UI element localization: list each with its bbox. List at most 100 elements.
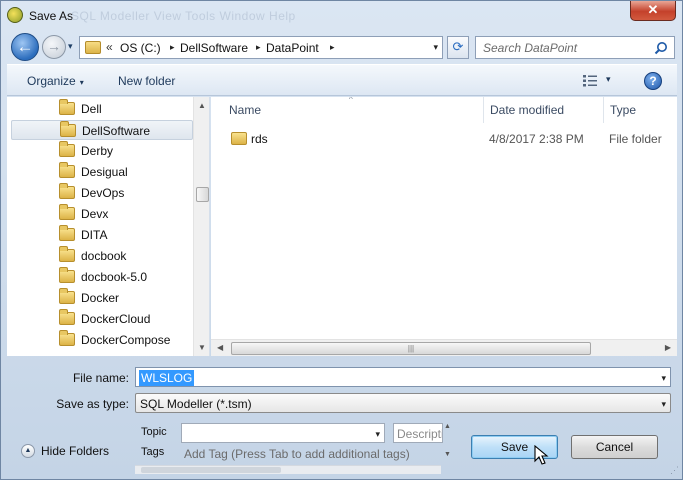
forward-button[interactable]: → [42,35,66,59]
description-placeholder: Description [397,427,442,441]
file-name-dropdown-chevron-down-icon[interactable]: ▾ [661,373,666,384]
tree-item-label: DockerCloud [81,312,151,326]
tree-item-label: DITA [81,228,108,242]
scrollbar-thumb[interactable] [141,467,281,473]
tree-item[interactable]: DITA [11,225,193,245]
recent-locations-chevron-down-icon[interactable]: ▾ [68,41,73,52]
description-input[interactable]: Description [393,423,443,443]
file-name-label: File name: [72,371,129,385]
breadcrumb-arrow-icon[interactable]: ▸ [256,42,261,53]
breadcrumb-arrow-icon[interactable]: ▸ [170,42,175,53]
view-options-icon[interactable] [583,75,597,87]
help-icon[interactable]: ? [644,72,662,90]
tree-item-label: DockerCompose [81,333,171,347]
window-title: Save As [29,9,74,23]
view-dropdown-chevron-down-icon[interactable]: ▾ [606,74,611,85]
title-bar: Save As SQL Modeller View Tools Window H… [1,1,682,31]
tree-vertical-scrollbar[interactable]: ▲ ▼ [193,97,209,356]
folder-icon [59,267,75,283]
scroll-left-icon[interactable]: ◀ [217,343,223,352]
topic-input[interactable]: ▾ [181,423,385,443]
hide-folders-button[interactable]: ▲ Hide Folders [21,443,121,459]
tree-item[interactable]: Derby [11,141,193,161]
search-input[interactable]: Search DataPoint [475,36,675,59]
address-dropdown-chevron-down-icon[interactable]: ▾ [433,42,438,53]
scroll-down-icon[interactable]: ▼ [444,451,451,458]
metadata-horizontal-scrollbar[interactable] [135,465,441,474]
column-divider[interactable] [603,97,604,123]
close-button[interactable]: ✕ [630,1,676,21]
command-toolbar: Organize ▾ New folder ▾ ? [7,64,677,96]
scroll-up-icon[interactable]: ▲ [444,423,451,430]
save-as-type-value: SQL Modeller (*.tsm) [140,397,252,411]
folder-icon [59,99,75,115]
new-folder-button[interactable]: New folder [118,74,175,88]
tree-item-label: docbook-5.0 [81,270,148,284]
folder-icon [59,141,75,157]
tree-item[interactable]: docbook [11,246,193,266]
table-row[interactable]: rds 4/8/2017 2:38 PM File folder [227,129,667,149]
tags-input[interactable]: Add Tag (Press Tab to add additional tag… [184,447,410,461]
save-as-type-chevron-down-icon[interactable]: ▾ [661,399,666,410]
file-name-cell: rds [251,132,268,146]
tree-item[interactable]: DockerCloud [11,309,193,329]
folder-icon [59,204,75,220]
column-header-type[interactable]: Type [610,103,636,117]
refresh-button[interactable]: ⟳ [447,36,469,59]
topic-dropdown-chevron-down-icon[interactable]: ▾ [375,429,380,440]
cancel-button[interactable]: Cancel [571,435,658,459]
scroll-right-icon[interactable]: ▶ [665,343,671,352]
navigation-bar: ← → ▾ « OS (C:) ▸ DellSoftware ▸ DataPoi… [7,31,677,63]
tree-item-label: Docker [81,291,120,305]
tree-item-label: Desigual [81,165,128,179]
breadcrumb-overflow[interactable]: « [106,40,113,54]
tree-item-label: Dell [81,102,102,116]
back-button[interactable]: ← [11,33,39,61]
column-header-name[interactable]: Name [229,103,261,117]
chevron-down-icon: ▾ [79,78,84,87]
tree-item[interactable]: DevOps [11,183,193,203]
tree-item[interactable]: DellSoftware [11,120,193,140]
organize-button[interactable]: Organize ▾ [27,74,84,88]
breadcrumb-dellsoftware[interactable]: DellSoftware [180,41,248,55]
file-name-value: WLSLOG [139,370,195,386]
scroll-up-icon[interactable]: ▲ [198,101,206,110]
tree-item[interactable]: Dell [11,99,193,119]
scroll-down-icon[interactable]: ▼ [198,343,206,352]
file-list-horizontal-scrollbar[interactable]: ◀ ||| ▶ [211,339,677,356]
scrollbar-thumb[interactable]: ||| [231,342,591,355]
column-header-date-modified[interactable]: Date modified [490,103,564,117]
file-type-cell: File folder [609,132,662,146]
breadcrumb-arrow-icon[interactable]: ▸ [330,42,335,53]
tree-item[interactable]: docbook-5.0 [11,267,193,287]
tree-item[interactable]: Devx [11,204,193,224]
tree-item[interactable]: Docker [11,288,193,308]
tree-item[interactable]: Desigual [11,162,193,182]
folder-icon [59,246,75,262]
tree-item-label: DevOps [81,186,125,200]
folder-icon [85,41,101,54]
search-icon[interactable] [654,41,668,55]
tree-item[interactable]: DockerCompose [11,330,193,350]
topic-label: Topic [141,426,167,438]
file-name-input[interactable]: WLSLOG ▾ [135,367,671,387]
address-bar[interactable]: « OS (C:) ▸ DellSoftware ▸ DataPoint ▸ ▾ [79,36,443,59]
folder-icon [59,162,75,178]
tree-item-label: Devx [81,207,109,221]
hide-folders-label: Hide Folders [41,444,110,458]
folder-icon [59,330,75,346]
save-as-type-select[interactable]: SQL Modeller (*.tsm) ▾ [135,393,671,413]
column-divider[interactable] [483,97,484,123]
scrollbar-thumb[interactable] [196,187,209,202]
mouse-cursor-icon [534,445,549,465]
file-date-cell: 4/8/2017 2:38 PM [489,132,584,146]
folder-icon [59,183,75,199]
resize-grip-icon[interactable]: ⋰ [670,465,679,476]
save-as-type-label: Save as type: [56,397,129,411]
sort-ascending-icon: ^ [349,97,353,104]
breadcrumb-os-c[interactable]: OS (C:) [120,41,161,55]
organize-label: Organize [27,74,76,88]
folder-icon [231,132,247,145]
tree-item-label: Derby [81,144,114,158]
breadcrumb-datapoint[interactable]: DataPoint [266,41,319,55]
